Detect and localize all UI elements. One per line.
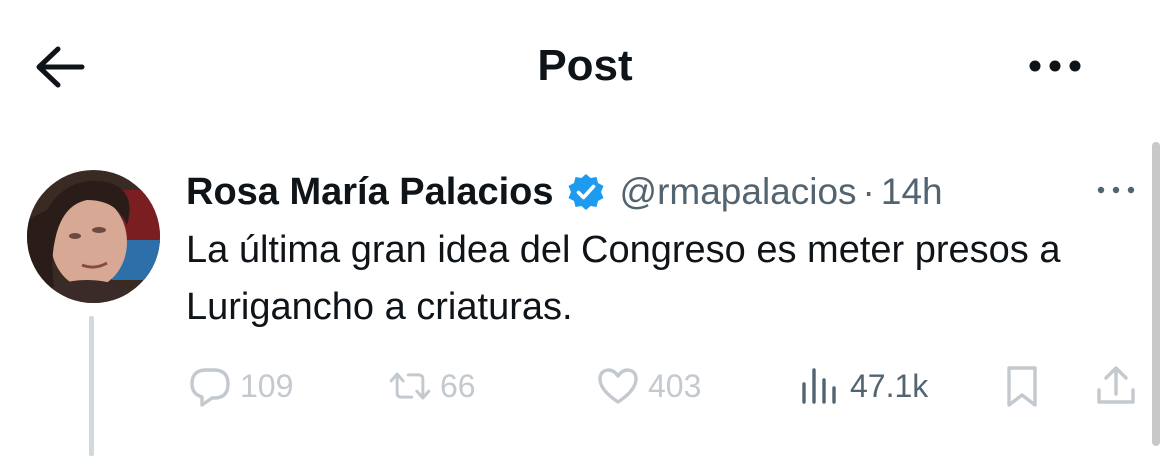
author-handle[interactable]: @rmapalacios	[620, 171, 857, 213]
top-bar: Post	[0, 0, 1170, 130]
share-button[interactable]	[1092, 358, 1140, 414]
heart-icon	[598, 368, 638, 404]
post-timestamp[interactable]: 14h	[881, 171, 943, 213]
like-button[interactable]: 403	[594, 358, 701, 414]
views-count: 47.1k	[850, 367, 929, 404]
thread-line	[89, 316, 94, 456]
repost-icon	[389, 372, 431, 400]
share-icon	[1097, 366, 1135, 404]
verified-badge-icon	[566, 172, 606, 212]
reply-count: 109	[240, 367, 294, 404]
separator-dot: ·	[862, 171, 875, 212]
bookmark-icon	[1007, 366, 1037, 407]
avatar[interactable]	[27, 170, 160, 303]
bookmark-button[interactable]	[998, 358, 1046, 414]
like-count: 403	[648, 367, 702, 404]
reply-icon	[190, 368, 230, 407]
scrollbar[interactable]	[1152, 142, 1160, 446]
avatar-photo	[27, 170, 160, 303]
ellipsis-icon	[1097, 186, 1135, 194]
post-more-button[interactable]	[1090, 172, 1142, 208]
views-button[interactable]: 47.1k	[796, 358, 928, 414]
repost-button[interactable]: 66	[386, 358, 476, 414]
post-text: La última gran idea del Congreso es mete…	[186, 229, 1061, 328]
page-title: Post	[537, 41, 633, 90]
author-name[interactable]: Rosa María Palacios	[186, 171, 554, 214]
reply-button[interactable]: 109	[186, 358, 293, 414]
post-header: Rosa María Palacios @rmapalacios · 14h	[186, 164, 1086, 220]
repost-count: 66	[440, 367, 476, 404]
more-options-button[interactable]	[1020, 44, 1090, 88]
ellipsis-icon	[1029, 60, 1081, 72]
views-chart-icon	[802, 368, 836, 404]
action-bar: 109 66 403 47.1k	[186, 358, 1146, 414]
